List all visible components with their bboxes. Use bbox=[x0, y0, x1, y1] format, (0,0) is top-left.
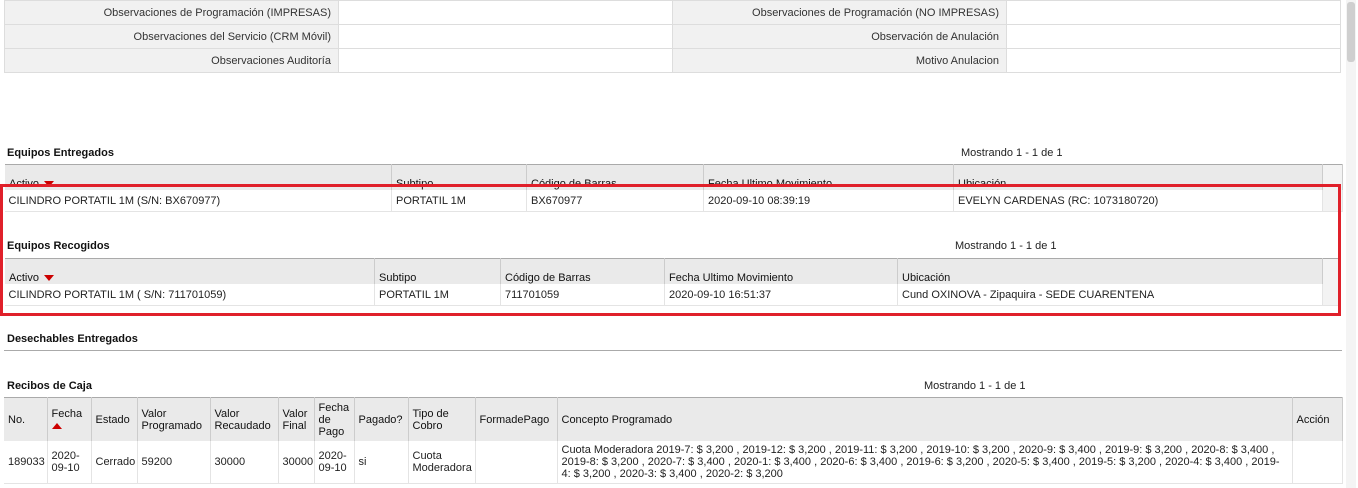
column-header-valor-final[interactable]: Valor Final bbox=[278, 397, 315, 441]
column-header-valor-recaudado[interactable]: Valor Recaudado bbox=[210, 397, 279, 441]
highlight-box bbox=[0, 184, 1341, 316]
cell-valor-recaudado: 30000 bbox=[210, 441, 279, 484]
column-header-accion[interactable]: Acción bbox=[1292, 397, 1343, 441]
observations-row: Observaciones Auditoría Motivo Anulacion bbox=[4, 48, 1341, 73]
observations-row: Observaciones del Servicio (CRM Móvil) O… bbox=[4, 24, 1341, 49]
section-divider bbox=[4, 350, 1342, 351]
column-header-estado[interactable]: Estado bbox=[91, 397, 138, 441]
cell-valor-programado: 59200 bbox=[137, 441, 211, 484]
cell-fecha: 2020-09-10 bbox=[47, 441, 92, 484]
equipos-entregados-pager: Mostrando 1 - 1 de 1 bbox=[961, 147, 1063, 159]
page-scrollbar[interactable] bbox=[1346, 0, 1356, 488]
column-header-no[interactable]: No. bbox=[4, 397, 48, 441]
obs-label: Observaciones del Servicio (CRM Móvil) bbox=[4, 24, 339, 49]
obs-label: Observaciones de Programación (IMPRESAS) bbox=[4, 0, 339, 25]
column-header-pagado[interactable]: Pagado? bbox=[354, 397, 409, 441]
obs-value bbox=[338, 48, 673, 73]
column-header-fecha[interactable]: Fecha bbox=[47, 397, 92, 441]
column-header-fecha-pago[interactable]: Fecha de Pago bbox=[314, 397, 355, 441]
table-header-row: No. Fecha Estado Valor Programado Valor … bbox=[4, 397, 1343, 441]
obs-value bbox=[338, 24, 673, 49]
column-header-forma-pago[interactable]: FormadePago bbox=[475, 397, 558, 441]
obs-value bbox=[338, 0, 673, 25]
obs-label: Observaciones de Programación (NO IMPRES… bbox=[672, 0, 1007, 25]
recibos-table: No. Fecha Estado Valor Programado Valor … bbox=[4, 397, 1343, 484]
recibos-title: Recibos de Caja bbox=[7, 380, 92, 392]
observations-row: Observaciones de Programación (IMPRESAS)… bbox=[4, 0, 1341, 25]
sort-asc-icon[interactable] bbox=[51, 422, 62, 429]
cell-no: 189033 bbox=[4, 441, 48, 484]
obs-label: Observaciones Auditoría bbox=[4, 48, 339, 73]
cell-valor-final: 30000 bbox=[278, 441, 315, 484]
obs-label: Motivo Anulacion bbox=[672, 48, 1007, 73]
obs-value bbox=[1006, 0, 1341, 25]
equipos-entregados-title: Equipos Entregados bbox=[7, 147, 114, 159]
cell-forma-pago bbox=[475, 441, 558, 484]
obs-label: Observación de Anulación bbox=[672, 24, 1007, 49]
desechables-title: Desechables Entregados bbox=[7, 333, 138, 345]
column-header-tipo-cobro[interactable]: Tipo de Cobro bbox=[408, 397, 476, 441]
cell-accion[interactable] bbox=[1292, 441, 1343, 484]
obs-value bbox=[1006, 24, 1341, 49]
recibos-pager: Mostrando 1 - 1 de 1 bbox=[924, 380, 1026, 392]
obs-value bbox=[1006, 48, 1341, 73]
cell-estado: Cerrado bbox=[91, 441, 138, 484]
page-scrollbar-thumb[interactable] bbox=[1347, 2, 1355, 62]
cell-concepto: Cuota Moderadora 2019-7: $ 3,200 , 2019-… bbox=[557, 441, 1293, 484]
observations-table: Observaciones de Programación (IMPRESAS)… bbox=[4, 0, 1341, 73]
cell-pagado: si bbox=[354, 441, 409, 484]
cell-tipo-cobro: Cuota Moderadora bbox=[408, 441, 476, 484]
cell-fecha-pago: 2020-09-10 bbox=[314, 441, 355, 484]
column-header-valor-programado[interactable]: Valor Programado bbox=[137, 397, 211, 441]
column-header-concepto[interactable]: Concepto Programado bbox=[557, 397, 1293, 441]
table-row[interactable]: 189033 2020-09-10 Cerrado 59200 30000 30… bbox=[4, 441, 1343, 484]
